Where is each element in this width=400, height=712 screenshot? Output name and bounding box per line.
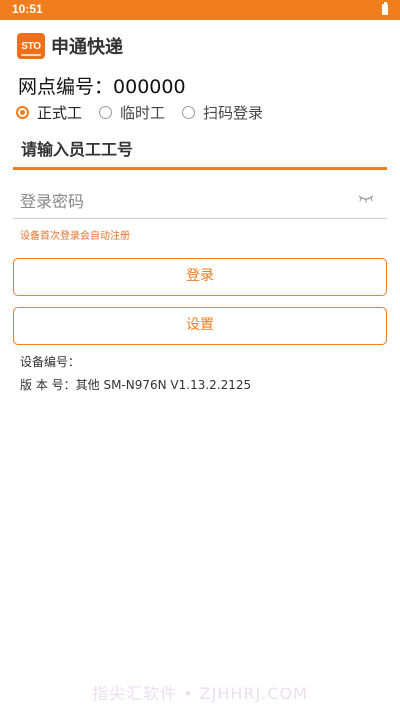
radio-checked-icon <box>16 105 29 119</box>
radio-label: 临时工 <box>120 103 166 122</box>
station-label: 网点编号： <box>18 76 114 98</box>
brand-name: 申通快递 <box>51 37 123 58</box>
radio-unchecked-icon <box>99 105 113 119</box>
version-label: 版 本 号： <box>20 378 76 392</box>
employee-id-input[interactable]: 请输入员工工号 <box>13 136 387 170</box>
radio-label: 正式工 <box>37 103 83 122</box>
eye-closed-icon[interactable] <box>358 195 374 203</box>
radio-label: 扫码登录 <box>203 103 264 122</box>
password-input[interactable]: 登录密码 <box>20 188 84 212</box>
radio-regular-employee[interactable]: 正式工 <box>16 102 82 123</box>
brand-header: STO 申通快递 <box>17 32 123 60</box>
station-value: 000000 <box>113 76 186 98</box>
version-info: 版 本 号：其他 SM-N976N V1.13.2.2125 <box>20 376 251 393</box>
watermark: 指尖汇软件 • ZJHHRJ.COM <box>92 684 308 703</box>
version-value: 其他 SM-N976N V1.13.2.2125 <box>75 378 252 392</box>
register-hint: 设备首次登录会自动注册 <box>20 231 130 242</box>
work-type-radio-group: 正式工 临时工 扫码登录 <box>16 101 280 123</box>
password-field[interactable]: 登录密码 <box>13 183 387 219</box>
radio-temp-employee[interactable]: 临时工 <box>99 102 165 123</box>
status-bar: 10:51 <box>0 0 400 20</box>
status-time: 10:51 <box>12 2 43 16</box>
settings-button[interactable]: 设置 <box>13 307 387 345</box>
station-number: 网点编号：000000 <box>18 72 186 99</box>
login-button[interactable]: 登录 <box>13 258 387 296</box>
radio-unchecked-icon <box>182 105 196 119</box>
device-number: 设备编号： <box>20 355 81 369</box>
radio-scan-login[interactable]: 扫码登录 <box>182 102 263 123</box>
sto-logo-icon: STO <box>17 33 45 59</box>
battery-icon <box>382 2 388 15</box>
